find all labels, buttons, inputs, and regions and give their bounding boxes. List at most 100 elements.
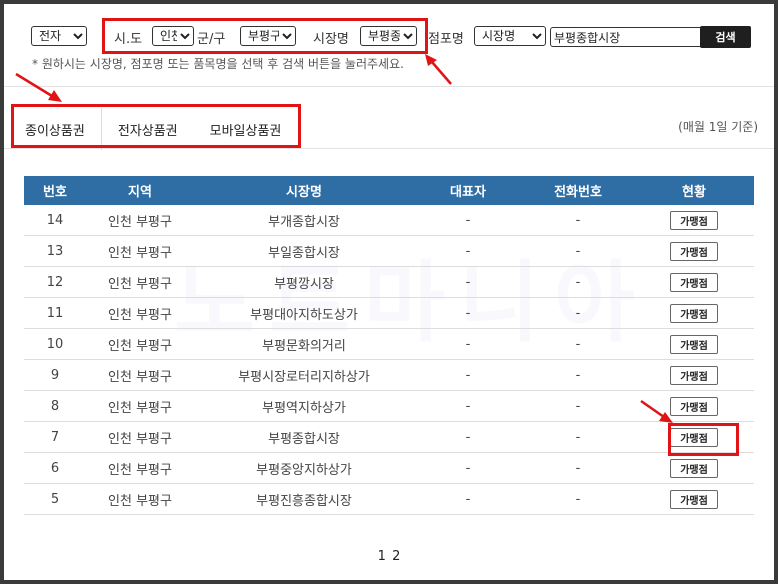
affiliate-button[interactable]: 가맹점 bbox=[670, 303, 718, 323]
col-header-rep: 대표자 bbox=[414, 176, 522, 205]
cell-phone: - bbox=[522, 266, 634, 298]
cell-market: 부평대아지하도상가 bbox=[194, 297, 414, 329]
affiliate-button[interactable]: 가맹점 bbox=[670, 241, 718, 261]
cell-status: 가맹점 bbox=[634, 452, 754, 484]
col-header-phone: 전화번호 bbox=[522, 176, 634, 205]
col-header-region: 지역 bbox=[86, 176, 194, 205]
cell-phone: - bbox=[522, 452, 634, 484]
divider bbox=[4, 148, 774, 149]
cell-no: 8 bbox=[24, 390, 86, 422]
cell-status: 가맹점 bbox=[634, 390, 754, 422]
cell-rep: - bbox=[414, 266, 522, 298]
cell-status: 가맹점 bbox=[634, 297, 754, 329]
cell-no: 14 bbox=[24, 205, 86, 236]
cell-market: 부평깡시장 bbox=[194, 266, 414, 298]
search-input[interactable] bbox=[550, 27, 704, 47]
table-row: 14 인천 부평구 부개종합시장 - - 가맹점 bbox=[24, 205, 754, 236]
table-header-row: 번호 지역 시장명 대표자 전화번호 현황 bbox=[24, 176, 754, 205]
cell-phone: - bbox=[522, 359, 634, 391]
affiliate-button[interactable]: 가맹점 bbox=[670, 458, 718, 478]
affiliate-button[interactable]: 가맹점 bbox=[670, 334, 718, 354]
cell-phone: - bbox=[522, 297, 634, 329]
tabs-highlight-box bbox=[11, 104, 301, 148]
cell-region: 인천 부평구 bbox=[86, 421, 194, 453]
search-button[interactable]: 검색 bbox=[700, 26, 751, 48]
cell-market: 부평종합시장 bbox=[194, 421, 414, 453]
cell-region: 인천 부평구 bbox=[86, 297, 194, 329]
cell-status: 가맹점 bbox=[634, 205, 754, 236]
arrow-icon bbox=[15, 72, 62, 102]
basis-note: (매월 1일 기준) bbox=[678, 120, 758, 134]
cell-region: 인천 부평구 bbox=[86, 328, 194, 360]
cell-market: 부개종합시장 bbox=[194, 205, 414, 236]
cell-region: 인천 부평구 bbox=[86, 205, 194, 236]
cell-phone: - bbox=[522, 390, 634, 422]
affiliate-button[interactable]: 가맹점 bbox=[670, 489, 718, 509]
cell-market: 부평진흥종합시장 bbox=[194, 483, 414, 515]
cell-status: 가맹점 bbox=[634, 359, 754, 391]
store-label: 점포명 bbox=[428, 32, 464, 47]
cell-no: 5 bbox=[24, 483, 86, 515]
cell-region: 인천 부평구 bbox=[86, 390, 194, 422]
col-header-status: 현황 bbox=[634, 176, 754, 205]
cell-region: 인천 부평구 bbox=[86, 483, 194, 515]
page-link-2[interactable]: 2 bbox=[392, 549, 400, 564]
affiliate-button[interactable]: 가맹점 bbox=[670, 272, 718, 292]
cell-phone: - bbox=[522, 421, 634, 453]
table-row: 13 인천 부평구 부일종합시장 - - 가맹점 bbox=[24, 235, 754, 267]
cell-status: 가맹점 bbox=[634, 266, 754, 298]
table-row: 5 인천 부평구 부평진흥종합시장 - - 가맹점 bbox=[24, 483, 754, 515]
table-row: 7 인천 부평구 부평종합시장 - - 가맹점 bbox=[24, 421, 754, 453]
table-row: 10 인천 부평구 부평문화의거리 - - 가맹점 bbox=[24, 328, 754, 360]
cell-phone: - bbox=[522, 483, 634, 515]
cell-market: 부평문화의거리 bbox=[194, 328, 414, 360]
status-highlight-box bbox=[668, 423, 739, 456]
table-row: 9 인천 부평구 부평시장로터리지하상가 - - 가맹점 bbox=[24, 359, 754, 391]
cell-no: 11 bbox=[24, 297, 86, 329]
cell-region: 인천 부평구 bbox=[86, 359, 194, 391]
table-row: 11 인천 부평구 부평대아지하도상가 - - 가맹점 bbox=[24, 297, 754, 329]
cell-rep: - bbox=[414, 421, 522, 453]
cell-phone: - bbox=[522, 235, 634, 267]
cell-region: 인천 부평구 bbox=[86, 235, 194, 267]
type-select[interactable]: 전자 bbox=[31, 26, 87, 46]
cell-region: 인천 부평구 bbox=[86, 266, 194, 298]
table-row: 6 인천 부평구 부평중앙지하상가 - - 가맹점 bbox=[24, 452, 754, 484]
affiliate-button[interactable]: 가맹점 bbox=[670, 210, 718, 230]
market-table: 번호 지역 시장명 대표자 전화번호 현황 14 인천 부평구 부개종합시장 -… bbox=[24, 176, 754, 515]
cell-no: 7 bbox=[24, 421, 86, 453]
store-type-select[interactable]: 시장명 bbox=[474, 26, 546, 46]
affiliate-button[interactable]: 가맹점 bbox=[670, 365, 718, 385]
cell-phone: - bbox=[522, 205, 634, 236]
cell-rep: - bbox=[414, 452, 522, 484]
cell-status: 가맹점 bbox=[634, 483, 754, 515]
col-header-market: 시장명 bbox=[194, 176, 414, 205]
cell-phone: - bbox=[522, 328, 634, 360]
cell-status: 가맹점 bbox=[634, 235, 754, 267]
divider bbox=[4, 86, 774, 87]
cell-status: 가맹점 bbox=[634, 328, 754, 360]
cell-rep: - bbox=[414, 205, 522, 236]
page-frame: 전자 시.도 인천 군/구 부평구 시장명 부평종합시장 점포명 시장명 검색 … bbox=[4, 4, 774, 580]
cell-rep: - bbox=[414, 297, 522, 329]
cell-market: 부평시장로터리지하상가 bbox=[194, 359, 414, 391]
cell-market: 부일종합시장 bbox=[194, 235, 414, 267]
affiliate-button[interactable]: 가맹점 bbox=[670, 396, 718, 416]
table-row: 12 인천 부평구 부평깡시장 - - 가맹점 bbox=[24, 266, 754, 298]
search-notice: * 원하시는 시장명, 점포명 또는 품목명을 선택 후 검색 버튼을 눌러주세… bbox=[32, 57, 404, 71]
table-row: 8 인천 부평구 부평역지하상가 - - 가맹점 bbox=[24, 390, 754, 422]
cell-market: 부평역지하상가 bbox=[194, 390, 414, 422]
cell-no: 9 bbox=[24, 359, 86, 391]
page-link-1[interactable]: 1 bbox=[378, 549, 386, 564]
cell-no: 12 bbox=[24, 266, 86, 298]
cell-rep: - bbox=[414, 328, 522, 360]
pagination: 1 2 bbox=[4, 549, 774, 564]
cell-rep: - bbox=[414, 359, 522, 391]
cell-region: 인천 부평구 bbox=[86, 452, 194, 484]
filter-highlight-box bbox=[102, 18, 428, 54]
cell-no: 10 bbox=[24, 328, 86, 360]
cell-no: 6 bbox=[24, 452, 86, 484]
cell-rep: - bbox=[414, 235, 522, 267]
cell-market: 부평중앙지하상가 bbox=[194, 452, 414, 484]
cell-rep: - bbox=[414, 390, 522, 422]
